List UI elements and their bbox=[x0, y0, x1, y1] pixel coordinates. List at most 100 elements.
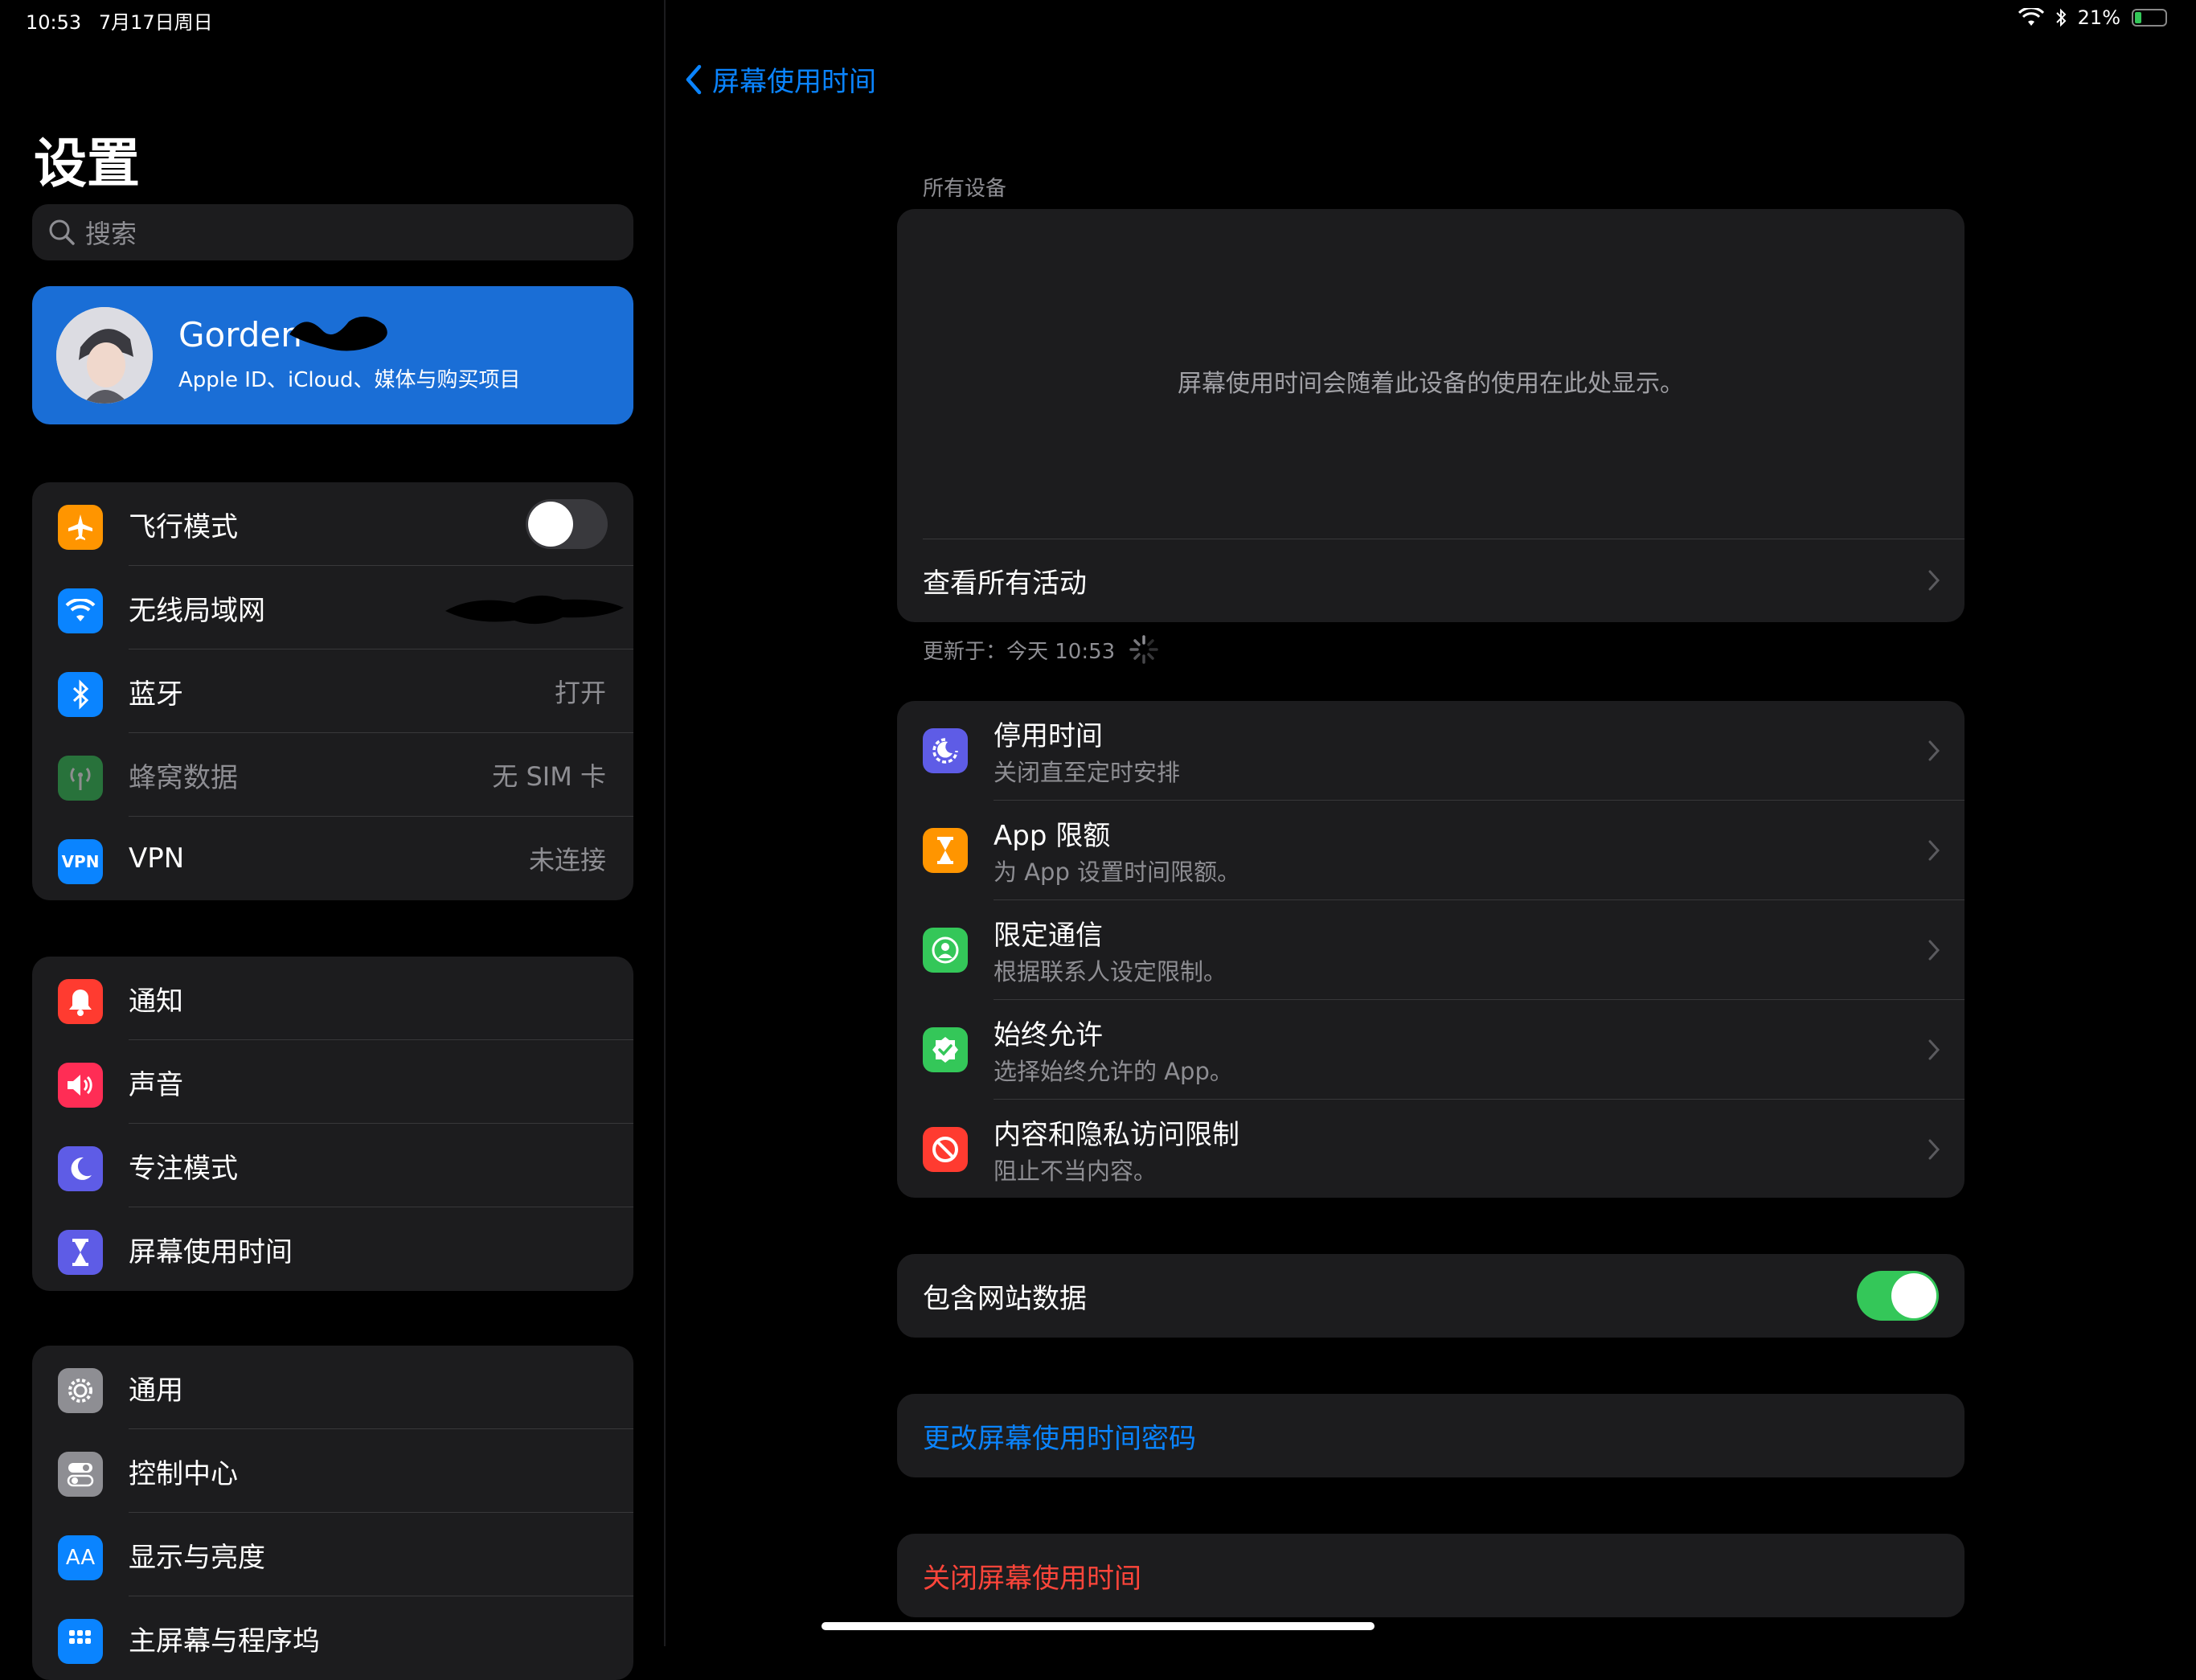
sidebar-item-display[interactable]: AA 显示与亮度 bbox=[32, 1513, 633, 1596]
sidebar-item-general[interactable]: 通用 bbox=[32, 1346, 633, 1429]
sidebar-item-focus[interactable]: 专注模式 bbox=[32, 1124, 633, 1207]
sidebar-item-label: 屏幕使用时间 bbox=[129, 1235, 293, 1268]
sidebar-item-sounds[interactable]: 声音 bbox=[32, 1040, 633, 1124]
sidebar-item-label: 主屏幕与程序坞 bbox=[129, 1625, 320, 1657]
vpn-icon: VPN bbox=[58, 839, 103, 884]
limits-card: 停用时间 关闭直至定时安排 App 限额 为 App 设置时间限额。 限定通信 … bbox=[897, 701, 1965, 1198]
back-button[interactable]: 屏幕使用时间 bbox=[685, 59, 876, 99]
bluetooth-icon bbox=[58, 672, 103, 717]
page-title: 设置 bbox=[34, 133, 140, 195]
see-all-activity-row[interactable]: 查看所有活动 bbox=[897, 539, 1965, 622]
chevron-right-icon bbox=[1928, 840, 1940, 861]
item-subtitle: 为 App 设置时间限额。 bbox=[994, 858, 1241, 886]
sidebar-item-label: 无线局域网 bbox=[129, 594, 265, 627]
grid-icon bbox=[58, 1619, 103, 1664]
settings-sidebar: 设置 搜索 Gorden Apple ID、iCloud、媒体与购买项目 飞行模… bbox=[0, 0, 666, 1680]
sidebar-item-wifi[interactable]: 无线局域网 bbox=[32, 566, 633, 649]
item-title: 始终允许 bbox=[994, 1019, 1103, 1051]
turn-off-screen-time-link[interactable]: 关闭屏幕使用时间 bbox=[923, 1556, 1141, 1596]
hourglass-icon bbox=[923, 828, 968, 873]
sidebar-item-label: 蜂窝数据 bbox=[129, 761, 238, 794]
item-subtitle: 阻止不当内容。 bbox=[994, 1158, 1157, 1185]
redaction-scribble bbox=[289, 316, 387, 351]
content-privacy-row[interactable]: 内容和隐私访问限制 阻止不当内容。 bbox=[897, 1100, 1965, 1198]
change-passcode-link[interactable]: 更改屏幕使用时间密码 bbox=[923, 1416, 1196, 1456]
sidebar-item-label: 专注模式 bbox=[129, 1152, 238, 1185]
redaction-scribble bbox=[445, 595, 624, 625]
gear-icon bbox=[58, 1368, 103, 1413]
apple-id-card[interactable]: Gorden Apple ID、iCloud、媒体与购买项目 bbox=[32, 286, 633, 424]
switches-icon bbox=[58, 1452, 103, 1497]
profile-name: Gorden bbox=[178, 315, 302, 354]
sidebar-item-screen-time[interactable]: 屏幕使用时间 bbox=[32, 1207, 633, 1291]
chevron-right-icon bbox=[1928, 570, 1940, 591]
sidebar-item-airplane[interactable]: 飞行模式 bbox=[32, 482, 633, 566]
sidebar-item-label: 飞行模式 bbox=[129, 510, 238, 543]
hourglass-icon bbox=[58, 1230, 103, 1275]
general-group: 通用 控制中心 AA 显示与亮度 主屏幕与程序坞 bbox=[32, 1346, 633, 1680]
chevron-left-icon bbox=[686, 64, 702, 94]
back-label: 屏幕使用时间 bbox=[712, 66, 876, 98]
sidebar-item-cellular[interactable]: 蜂窝数据 无 SIM 卡 bbox=[32, 733, 633, 817]
item-title: 内容和隐私访问限制 bbox=[994, 1119, 1239, 1151]
include-website-data-toggle[interactable] bbox=[1857, 1271, 1939, 1321]
item-subtitle: 根据联系人设定限制。 bbox=[994, 958, 1227, 985]
updated-status: 更新于：今天 10:53 bbox=[923, 633, 1160, 666]
search-icon bbox=[49, 219, 75, 245]
airplane-icon bbox=[58, 505, 103, 550]
screen-time-detail: 屏幕使用时间 所有设备 屏幕使用时间会随着此设备的使用在此处显示。 查看所有活动… bbox=[666, 0, 2196, 1646]
sidebar-item-home-screen[interactable]: 主屏幕与程序坞 bbox=[32, 1596, 633, 1680]
chevron-right-icon bbox=[1928, 1139, 1940, 1160]
sidebar-item-label: 通用 bbox=[129, 1374, 183, 1407]
include-website-data-label: 包含网站数据 bbox=[923, 1282, 1087, 1315]
downtime-row[interactable]: 停用时间 关闭直至定时安排 bbox=[897, 701, 1965, 801]
spinner-icon bbox=[1129, 635, 1158, 664]
profile-subtitle: Apple ID、iCloud、媒体与购买项目 bbox=[178, 368, 521, 392]
item-title: 停用时间 bbox=[994, 720, 1103, 752]
communication-limits-row[interactable]: 限定通信 根据联系人设定限制。 bbox=[897, 900, 1965, 1000]
airplane-toggle[interactable] bbox=[526, 499, 608, 549]
bell-icon bbox=[58, 979, 103, 1024]
usage-card: 屏幕使用时间会随着此设备的使用在此处显示。 查看所有活动 bbox=[897, 209, 1965, 622]
downtime-icon bbox=[923, 728, 968, 773]
empty-usage-message: 屏幕使用时间会随着此设备的使用在此处显示。 bbox=[1178, 370, 1684, 398]
speaker-icon bbox=[58, 1063, 103, 1108]
search-placeholder: 搜索 bbox=[85, 219, 137, 249]
sidebar-item-label: 控制中心 bbox=[129, 1457, 238, 1490]
notifications-group: 通知 声音 专注模式 屏幕使用时间 bbox=[32, 957, 633, 1291]
sidebar-item-notifications[interactable]: 通知 bbox=[32, 957, 633, 1040]
contact-icon bbox=[923, 928, 968, 973]
sidebar-item-vpn[interactable]: VPN VPN 未连接 bbox=[32, 817, 633, 900]
sidebar-item-bluetooth[interactable]: 蓝牙 打开 bbox=[32, 649, 633, 733]
sidebar-item-label: 显示与亮度 bbox=[129, 1541, 265, 1574]
see-all-activity-label: 查看所有活动 bbox=[923, 567, 1087, 600]
checkmark-badge-icon bbox=[923, 1027, 968, 1072]
avatar bbox=[56, 307, 153, 404]
wifi-icon bbox=[58, 588, 103, 633]
home-indicator[interactable] bbox=[821, 1622, 1375, 1630]
turn-off-card: 关闭屏幕使用时间 bbox=[897, 1534, 1965, 1617]
chevron-right-icon bbox=[1928, 740, 1940, 761]
updated-text: 更新于：今天 10:53 bbox=[923, 639, 1116, 664]
sidebar-item-label: 声音 bbox=[129, 1068, 183, 1101]
moon-icon bbox=[58, 1146, 103, 1191]
connectivity-group: 飞行模式 无线局域网 蓝牙 打开 蜂窝数据 无 SIM 卡 VPN VPN 未连… bbox=[32, 482, 633, 900]
search-field[interactable]: 搜索 bbox=[32, 204, 633, 260]
chevron-right-icon bbox=[1928, 940, 1940, 961]
restriction-icon bbox=[923, 1127, 968, 1172]
always-allowed-row[interactable]: 始终允许 选择始终允许的 App。 bbox=[897, 1000, 1965, 1100]
app-limits-row[interactable]: App 限额 为 App 设置时间限额。 bbox=[897, 801, 1965, 900]
bluetooth-value: 打开 bbox=[554, 678, 606, 708]
include-website-data-row: 包含网站数据 bbox=[897, 1254, 1965, 1338]
antenna-icon bbox=[58, 756, 103, 801]
section-header: 所有设备 bbox=[923, 177, 1007, 201]
change-passcode-row[interactable]: 更改屏幕使用时间密码 bbox=[897, 1394, 1965, 1477]
turn-off-row[interactable]: 关闭屏幕使用时间 bbox=[897, 1534, 1965, 1617]
website-data-card: 包含网站数据 bbox=[897, 1254, 1965, 1338]
item-subtitle: 选择始终允许的 App。 bbox=[994, 1058, 1233, 1085]
sidebar-item-label: VPN bbox=[129, 842, 185, 875]
sidebar-item-label: 通知 bbox=[129, 985, 183, 1018]
sidebar-item-control-center[interactable]: 控制中心 bbox=[32, 1429, 633, 1513]
item-title: 限定通信 bbox=[994, 920, 1103, 952]
sidebar-item-label: 蓝牙 bbox=[129, 678, 183, 711]
